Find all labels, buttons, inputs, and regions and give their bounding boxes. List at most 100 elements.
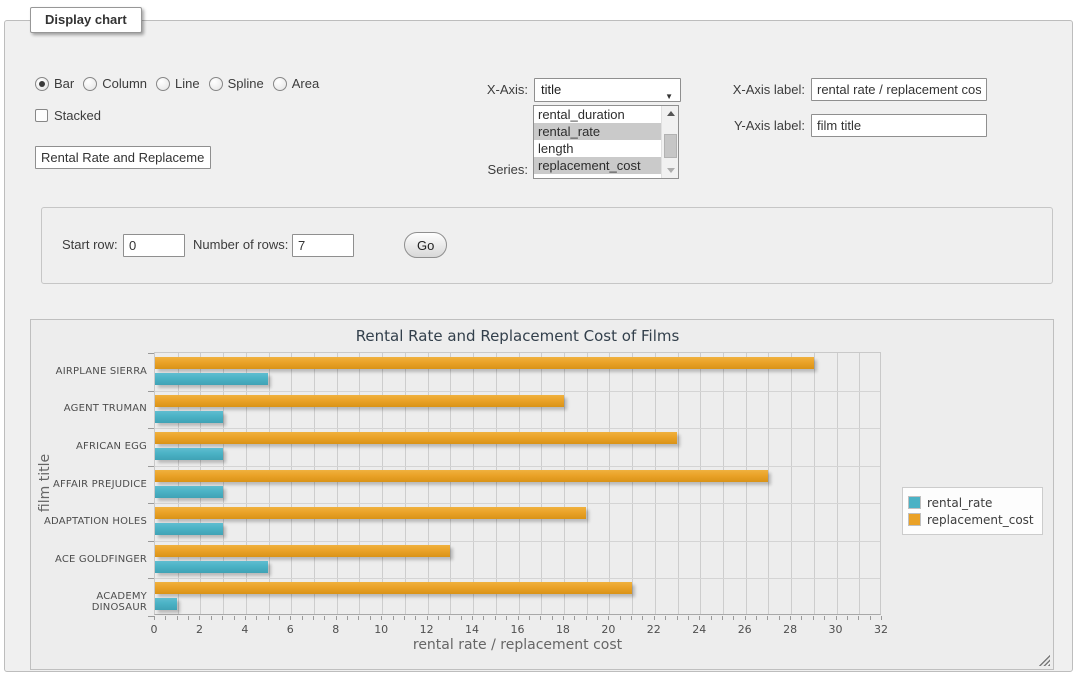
y-tick bbox=[148, 391, 154, 392]
gridline-vertical bbox=[519, 353, 520, 614]
row-range-panel: Start row: Number of rows: Go bbox=[41, 207, 1053, 284]
stacked-checkbox[interactable] bbox=[35, 109, 48, 122]
radio-label-line: Line bbox=[175, 76, 200, 91]
bar-rental-rate[interactable] bbox=[155, 373, 268, 385]
chart-plot-area: AIRPLANE SIERRAAGENT TRUMANAFRICAN EGGAF… bbox=[154, 352, 881, 615]
chart-title-input[interactable] bbox=[35, 146, 211, 169]
x-tick-label: 4 bbox=[230, 623, 260, 636]
bar-replacement-cost[interactable] bbox=[155, 470, 768, 482]
x-tick bbox=[620, 616, 621, 620]
x-tick bbox=[813, 616, 814, 620]
chart-container: Rental Rate and Replacement Cost of Film… bbox=[30, 319, 1054, 670]
y-tick bbox=[148, 466, 154, 467]
bar-replacement-cost[interactable] bbox=[155, 357, 814, 369]
x-tick-label: 30 bbox=[821, 623, 851, 636]
x-tick bbox=[211, 616, 212, 620]
series-option-replacement_cost[interactable]: replacement_cost bbox=[534, 157, 661, 174]
radio-bar[interactable] bbox=[35, 77, 49, 91]
category-label: ACE GOLDFINGER bbox=[39, 554, 147, 565]
x-tick bbox=[324, 616, 325, 620]
x-tick bbox=[483, 616, 484, 620]
gridline-vertical bbox=[496, 353, 497, 614]
x-tick bbox=[404, 616, 405, 620]
x-tick bbox=[552, 616, 553, 620]
x-tick bbox=[836, 616, 837, 620]
scroll-up-icon[interactable] bbox=[662, 106, 679, 121]
bar-rental-rate[interactable] bbox=[155, 598, 177, 610]
x-tick bbox=[563, 616, 564, 620]
x-tick-label: 6 bbox=[275, 623, 305, 636]
series-option-length[interactable]: length bbox=[534, 140, 661, 157]
y-axis-label-input[interactable] bbox=[811, 114, 987, 137]
resize-handle-icon[interactable] bbox=[1039, 655, 1050, 666]
chart-type-option-line: Line bbox=[156, 76, 200, 91]
bar-replacement-cost[interactable] bbox=[155, 432, 677, 444]
display-chart-panel: Display chart BarColumnLineSplineArea St… bbox=[4, 20, 1073, 672]
x-tick-label: 22 bbox=[639, 623, 669, 636]
legend-swatch-icon bbox=[908, 496, 921, 509]
radio-column[interactable] bbox=[83, 77, 97, 91]
gridline-vertical bbox=[314, 353, 315, 614]
x-tick bbox=[438, 616, 439, 620]
bar-rental-rate[interactable] bbox=[155, 448, 223, 460]
scroll-down-icon[interactable] bbox=[662, 163, 679, 178]
x-tick bbox=[858, 616, 859, 620]
start-row-input[interactable] bbox=[123, 234, 185, 257]
radio-label-column: Column bbox=[102, 76, 147, 91]
gridline-horizontal bbox=[155, 466, 880, 467]
x-tick bbox=[165, 616, 166, 620]
y-tick bbox=[148, 541, 154, 542]
bar-replacement-cost[interactable] bbox=[155, 545, 450, 557]
gridline-vertical bbox=[246, 353, 247, 614]
radio-area[interactable] bbox=[273, 77, 287, 91]
radio-label-area: Area bbox=[292, 76, 319, 91]
gridline-vertical bbox=[359, 353, 360, 614]
x-tick bbox=[358, 616, 359, 620]
category-label: AFFAIR PREJUDICE bbox=[39, 479, 147, 490]
x-tick-label: 28 bbox=[775, 623, 805, 636]
bar-rental-rate[interactable] bbox=[155, 523, 223, 535]
radio-spline[interactable] bbox=[209, 77, 223, 91]
x-tick bbox=[665, 616, 666, 620]
x-tick bbox=[642, 616, 643, 620]
series-option-rental_duration[interactable]: rental_duration bbox=[534, 106, 661, 123]
series-option-rental_rate[interactable]: rental_rate bbox=[534, 123, 661, 140]
gridline-vertical bbox=[200, 353, 201, 614]
bar-replacement-cost[interactable] bbox=[155, 395, 564, 407]
stacked-option: Stacked bbox=[35, 108, 101, 123]
x-tick bbox=[347, 616, 348, 620]
scrollbar-thumb[interactable] bbox=[664, 134, 677, 158]
bar-rental-rate[interactable] bbox=[155, 561, 268, 573]
y-tick bbox=[148, 578, 154, 579]
gridline-vertical bbox=[337, 353, 338, 614]
x-tick-label: 20 bbox=[593, 623, 623, 636]
series-listbox[interactable]: rental_durationrental_ratelengthreplacem… bbox=[533, 105, 679, 179]
legend-item-rental_rate: rental_rate bbox=[908, 495, 1034, 510]
bar-replacement-cost[interactable] bbox=[155, 582, 632, 594]
x-axis-select[interactable]: title ▼ bbox=[534, 78, 681, 102]
x-axis-label-input[interactable] bbox=[811, 78, 987, 101]
chart-type-radios: BarColumnLineSplineArea bbox=[35, 76, 319, 91]
x-tick bbox=[631, 616, 632, 620]
number-of-rows-input[interactable] bbox=[292, 234, 354, 257]
bar-rental-rate[interactable] bbox=[155, 411, 223, 423]
category-label: AIRPLANE SIERRA bbox=[39, 366, 147, 377]
x-tick bbox=[779, 616, 780, 620]
bar-rental-rate[interactable] bbox=[155, 486, 223, 498]
x-tick bbox=[881, 616, 882, 620]
radio-label-spline: Spline bbox=[228, 76, 264, 91]
series-select-label: Series: bbox=[448, 162, 528, 177]
y-tick bbox=[148, 503, 154, 504]
x-tick-label: 16 bbox=[503, 623, 533, 636]
radio-line[interactable] bbox=[156, 77, 170, 91]
go-button[interactable]: Go bbox=[404, 232, 447, 258]
number-of-rows-label: Number of rows: bbox=[193, 237, 288, 252]
bar-replacement-cost[interactable] bbox=[155, 507, 586, 519]
gridline-vertical bbox=[564, 353, 565, 614]
gridline-vertical bbox=[700, 353, 701, 614]
gridline-vertical bbox=[473, 353, 474, 614]
chart-type-option-column: Column bbox=[83, 76, 147, 91]
listbox-scrollbar[interactable] bbox=[661, 106, 678, 178]
x-axis-selected-value: title bbox=[541, 82, 561, 97]
x-tick bbox=[722, 616, 723, 620]
